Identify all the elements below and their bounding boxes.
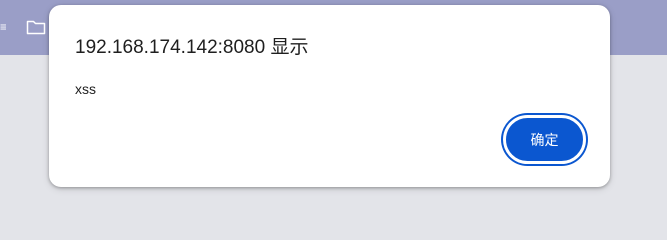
ok-button[interactable]: 确定	[503, 115, 586, 164]
alert-dialog: 192.168.174.142:8080 显示 xss 确定	[49, 5, 610, 187]
dialog-message: xss	[75, 81, 96, 97]
bookmarks-menu-icon[interactable]: ≡	[0, 20, 6, 34]
folder-icon[interactable]	[26, 19, 46, 35]
dialog-title: 192.168.174.142:8080 显示	[75, 37, 309, 58]
